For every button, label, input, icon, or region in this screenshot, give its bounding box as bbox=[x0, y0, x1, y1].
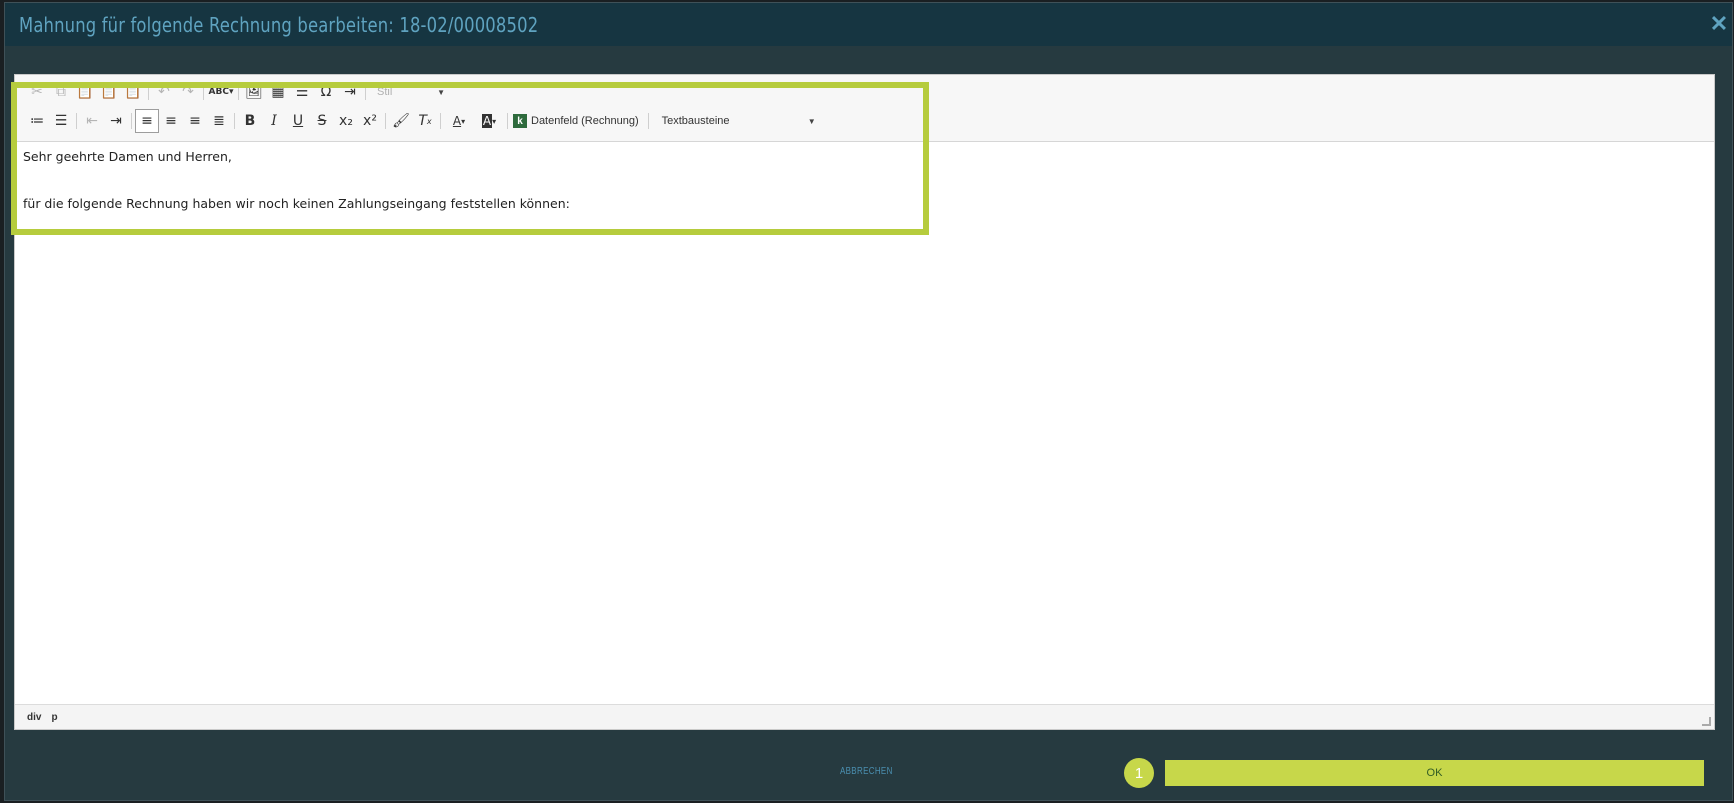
table-icon[interactable]: ▦ bbox=[266, 80, 290, 104]
toolbar-separator bbox=[440, 113, 441, 129]
bulleted-list-icon[interactable]: ☰ bbox=[49, 109, 73, 133]
chevron-down-icon: ▼ bbox=[437, 87, 445, 97]
underline-icon[interactable]: U bbox=[286, 109, 310, 133]
superscript-icon[interactable]: x² bbox=[358, 109, 382, 133]
numbered-list-icon[interactable]: ≔ bbox=[25, 109, 49, 133]
copy-format-icon[interactable]: 🖌 bbox=[389, 109, 413, 133]
italic-icon[interactable]: I bbox=[262, 109, 286, 133]
path-element-div[interactable]: div bbox=[27, 712, 41, 723]
spellcheck-icon[interactable]: ABC▾ bbox=[207, 80, 235, 104]
cut-icon[interactable]: ✂ bbox=[25, 80, 49, 104]
toolbar-separator bbox=[238, 84, 239, 100]
body-paragraph: für die folgende Rechnung haben wir noch… bbox=[23, 195, 570, 211]
greeting-paragraph: Sehr geehrte Damen und Herren, bbox=[23, 149, 232, 164]
datenfeld-icon: k bbox=[513, 114, 527, 128]
toolbar-separator bbox=[131, 113, 132, 129]
textbausteine-value: Textbausteine bbox=[661, 115, 730, 127]
special-char-icon[interactable]: Ω bbox=[314, 80, 338, 104]
horizontal-line-icon[interactable]: ☰ bbox=[290, 80, 314, 104]
align-justify-icon[interactable]: ≣ bbox=[207, 109, 231, 133]
cancel-button[interactable]: ABBRECHEN bbox=[840, 766, 893, 777]
toolbar-separator bbox=[385, 113, 386, 129]
align-left-icon[interactable]: ≡ bbox=[135, 109, 159, 133]
outdent-icon[interactable]: ⇤ bbox=[80, 109, 104, 133]
path-element-p[interactable]: p bbox=[51, 712, 57, 723]
chevron-down-icon: ▼ bbox=[807, 116, 816, 126]
paste-word-icon[interactable]: 📋 bbox=[121, 80, 145, 104]
align-center-icon[interactable]: ≡ bbox=[159, 109, 183, 133]
toolbar-separator bbox=[203, 84, 204, 100]
image-icon[interactable]: 🖼 bbox=[242, 80, 266, 104]
toolbar-row-1: ✂ ⧉ 📋 📋 📋 ↶ ↷ ABC▾ 🖼 ▦ ☰ Ω ⇥ Stil ▼ bbox=[25, 80, 449, 104]
toolbar-separator bbox=[507, 113, 508, 129]
subscript-icon[interactable]: x₂ bbox=[334, 109, 358, 133]
toolbar-separator bbox=[234, 113, 235, 129]
editor-content[interactable]: Sehr geehrte Damen und Herren, für die f… bbox=[15, 143, 1714, 704]
datenfeld-button[interactable]: k Datenfeld (Rechnung) bbox=[511, 114, 645, 128]
background-color-icon[interactable]: A ▾ bbox=[474, 109, 504, 133]
page-break-icon[interactable]: ⇥ bbox=[338, 80, 362, 104]
undo-icon[interactable]: ↶ bbox=[152, 80, 176, 104]
toolbar-row-2: ≔ ☰ ⇤ ⇥ ≡ ≡ ≡ ≣ B I U S x₂ x² 🖌 Tx A ▾ A ▾ bbox=[25, 109, 820, 133]
toolbar-separator bbox=[365, 84, 366, 100]
editor-toolbar: ✂ ⧉ 📋 📋 📋 ↶ ↷ ABC▾ 🖼 ▦ ☰ Ω ⇥ Stil ▼ ≔ ☰ bbox=[15, 75, 1714, 142]
copy-icon[interactable]: ⧉ bbox=[49, 80, 73, 104]
ok-button[interactable]: OK bbox=[1165, 760, 1704, 786]
toolbar-separator bbox=[76, 113, 77, 129]
toolbar-separator bbox=[148, 84, 149, 100]
redo-icon[interactable]: ↷ bbox=[176, 80, 200, 104]
textbausteine-select[interactable]: Textbausteine ▼ bbox=[652, 111, 820, 131]
indent-icon[interactable]: ⇥ bbox=[104, 109, 128, 133]
step-badge: 1 bbox=[1124, 758, 1154, 788]
dialog-title: Mahnung für folgende Rechnung bearbeiten… bbox=[19, 13, 539, 37]
style-select[interactable]: Stil ▼ bbox=[369, 82, 449, 102]
align-right-icon[interactable]: ≡ bbox=[183, 109, 207, 133]
paste-text-icon[interactable]: 📋 bbox=[97, 80, 121, 104]
rich-text-editor: ✂ ⧉ 📋 📋 📋 ↶ ↷ ABC▾ 🖼 ▦ ☰ Ω ⇥ Stil ▼ ≔ ☰ bbox=[14, 74, 1715, 730]
dialog-titlebar: Mahnung für folgende Rechnung bearbeiten… bbox=[5, 3, 1732, 46]
resize-handle-icon[interactable] bbox=[1702, 717, 1711, 726]
paste-icon[interactable]: 📋 bbox=[73, 80, 97, 104]
style-select-value: Stil bbox=[377, 86, 393, 98]
close-icon[interactable]: ✕ bbox=[1708, 13, 1730, 35]
text-color-icon[interactable]: A ▾ bbox=[444, 109, 474, 133]
toolbar-separator bbox=[647, 113, 649, 129]
strikethrough-icon[interactable]: S bbox=[310, 109, 334, 133]
remove-format-icon[interactable]: Tx bbox=[413, 109, 437, 133]
element-path-bar: div p bbox=[15, 704, 1714, 729]
bold-icon[interactable]: B bbox=[238, 109, 262, 133]
datenfeld-label: Datenfeld (Rechnung) bbox=[531, 115, 639, 127]
